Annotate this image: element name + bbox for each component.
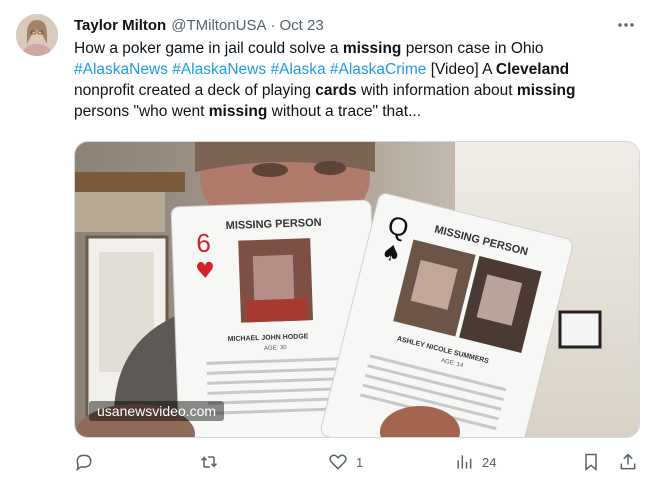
video-watermark: usanewsvideo.com [89, 401, 225, 421]
author-name[interactable]: Taylor Milton [74, 17, 166, 34]
text-segment: How a poker game in jail could solve a [74, 40, 343, 57]
text-segment: without a trace" that... [267, 103, 422, 120]
text-segment: person case in Ohio [401, 40, 544, 57]
share-button[interactable] [618, 450, 638, 474]
reply-icon [76, 454, 92, 472]
views-button[interactable]: 24 [454, 450, 496, 474]
text-bold: missing [342, 40, 402, 57]
hashtag-link[interactable]: #AlaskaNews [74, 61, 168, 78]
text-bold: cards [315, 82, 357, 99]
card1-age: AGE: 30 [264, 345, 288, 352]
tweet-card[interactable]: Taylor Milton @TMiltonUSA · Oct 23 How a… [0, 0, 651, 483]
separator-dot: · [270, 16, 276, 34]
author-handle[interactable]: @TMiltonUSA [171, 17, 266, 34]
tweet-text: How a poker game in jail could solve a m… [74, 38, 639, 122]
views-icon [457, 455, 472, 469]
bookmark-button[interactable] [581, 450, 601, 474]
text-segment: nonprofit created a deck of playing [74, 82, 316, 99]
like-icon [329, 454, 347, 470]
text-bold: Cleveland [495, 61, 570, 78]
more-icon [618, 23, 634, 27]
text-segment: persons "who went [74, 103, 209, 120]
hashtag-link[interactable]: #AlaskaCrime [330, 61, 426, 78]
text-segment: with information about [356, 82, 517, 99]
card1-rank: 6 [196, 228, 212, 258]
like-count: 1 [356, 454, 364, 470]
video-frame: 6 ♥ MISSING PERSON MICHAEL JOHN HODGE AG… [75, 142, 639, 437]
heart-suit-icon: ♥ [195, 259, 216, 285]
post-date[interactable]: Oct 23 [279, 17, 323, 34]
bookmark-icon [585, 453, 597, 472]
text-segment: [Video] A [426, 61, 496, 78]
share-icon [620, 453, 636, 470]
like-button[interactable]: 1 [328, 450, 363, 474]
hashtag-link[interactable]: #AlaskaNews [172, 61, 266, 78]
hashtag-link[interactable]: #Alaska [270, 61, 325, 78]
tweet-header: Taylor Milton @TMiltonUSA · Oct 23 [74, 14, 324, 36]
action-bar: 1 24 [74, 450, 640, 474]
retweet-button[interactable] [199, 450, 227, 474]
text-bold: missing [516, 82, 576, 99]
reply-button[interactable] [74, 450, 102, 474]
views-count: 24 [482, 454, 497, 470]
retweet-icon [200, 456, 218, 468]
video-media[interactable]: 6 ♥ MISSING PERSON MICHAEL JOHN HODGE AG… [74, 141, 640, 438]
more-options-button[interactable] [615, 14, 637, 36]
avatar[interactable] [16, 14, 58, 56]
text-bold: missing [208, 103, 268, 120]
